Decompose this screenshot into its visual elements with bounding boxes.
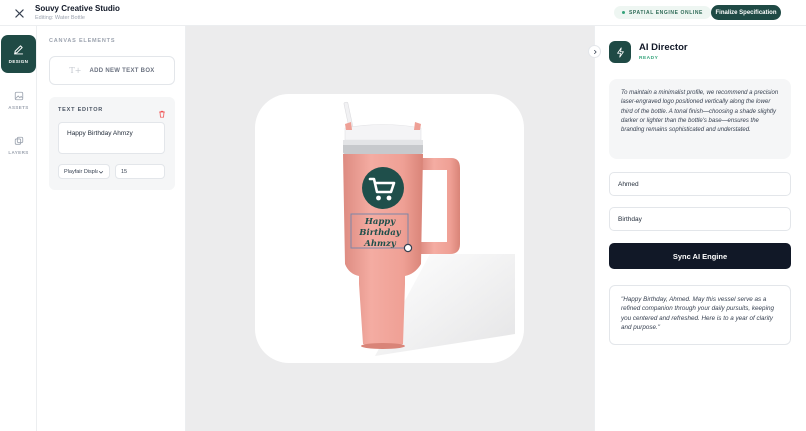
- image-icon: [14, 91, 23, 100]
- trash-icon: [159, 110, 165, 118]
- nav-label: LAYERS: [8, 149, 29, 155]
- close-button[interactable]: [12, 6, 26, 20]
- text-add-icon: T+: [69, 66, 82, 75]
- chevron-right-icon: [593, 49, 597, 54]
- add-text-box-button[interactable]: T+ ADD NEW TEXT BOX: [49, 56, 175, 85]
- nav-label: ASSETS: [8, 104, 29, 110]
- edit-icon: [13, 45, 24, 55]
- engine-status-badge: SPATIAL ENGINE ONLINE: [614, 6, 711, 19]
- ai-director-panel: AI Director READY To maintain a minimali…: [588, 26, 806, 431]
- chevron-down-icon: [98, 170, 104, 174]
- panel-heading: CANVAS ELEMENTS: [49, 38, 116, 44]
- nav-label: DESIGN: [8, 59, 29, 64]
- top-bar: Souvy Creative Studio Editing: Water Bot…: [0, 0, 806, 26]
- design-canvas: Happy Birthday Ahmzy: [186, 26, 594, 431]
- text-editor-card: TEXT EDITOR Happy Birthday Ahmzy Playfai…: [49, 97, 175, 190]
- left-nav: DESIGN ASSETS LAYERS: [0, 26, 37, 431]
- generated-message: "Happy Birthday, Ahmed. May this vessel …: [609, 285, 791, 345]
- finalize-button[interactable]: Finalize Specification: [711, 5, 781, 20]
- status-dot: [622, 11, 625, 14]
- app-title: Souvy Creative Studio: [35, 4, 120, 13]
- font-family-select[interactable]: Playfair Display: [58, 164, 110, 179]
- product-preview-card: Happy Birthday Ahmzy: [255, 94, 524, 363]
- font-family-value: Playfair Display: [64, 168, 98, 175]
- engraving-line-2: Birthday: [358, 228, 401, 238]
- editing-subtitle: Editing: Water Bottle: [35, 15, 85, 21]
- nav-design[interactable]: DESIGN: [1, 35, 36, 73]
- occasion-input[interactable]: Birthday: [609, 207, 791, 231]
- ai-advice-text: To maintain a minimalist profile, we rec…: [609, 79, 791, 159]
- sync-ai-engine-button[interactable]: Sync AI Engine: [609, 243, 791, 269]
- lightning-icon: [616, 47, 624, 57]
- resize-handle[interactable]: [403, 243, 413, 253]
- collapse-panel-button[interactable]: [588, 45, 601, 58]
- elements-panel: CANVAS ELEMENTS T+ ADD NEW TEXT BOX TEXT…: [38, 26, 186, 431]
- ai-director-title: AI Director: [639, 42, 688, 53]
- close-icon: [14, 8, 24, 18]
- engraving-line-3: Ahmzy: [363, 239, 397, 249]
- add-text-box-label: ADD NEW TEXT BOX: [89, 67, 155, 74]
- text-content-input[interactable]: Happy Birthday Ahmzy: [58, 122, 165, 154]
- ai-status: READY: [639, 56, 659, 61]
- nav-assets[interactable]: ASSETS: [1, 81, 36, 119]
- water-bottle-image: Happy Birthday Ahmzy: [343, 101, 515, 356]
- ai-director-badge: [609, 41, 631, 63]
- engraving-line-1: Happy: [364, 217, 396, 227]
- font-size-input[interactable]: 15: [115, 164, 165, 179]
- engine-status-label: SPATIAL ENGINE ONLINE: [629, 9, 703, 16]
- title-block: Souvy Creative Studio Editing: Water Bot…: [35, 4, 120, 22]
- layers-icon: [14, 136, 23, 145]
- text-editor-title: TEXT EDITOR: [58, 107, 104, 113]
- delete-button[interactable]: [158, 105, 166, 118]
- nav-layers[interactable]: LAYERS: [1, 126, 36, 164]
- recipient-name-input[interactable]: Ahmed: [609, 172, 791, 196]
